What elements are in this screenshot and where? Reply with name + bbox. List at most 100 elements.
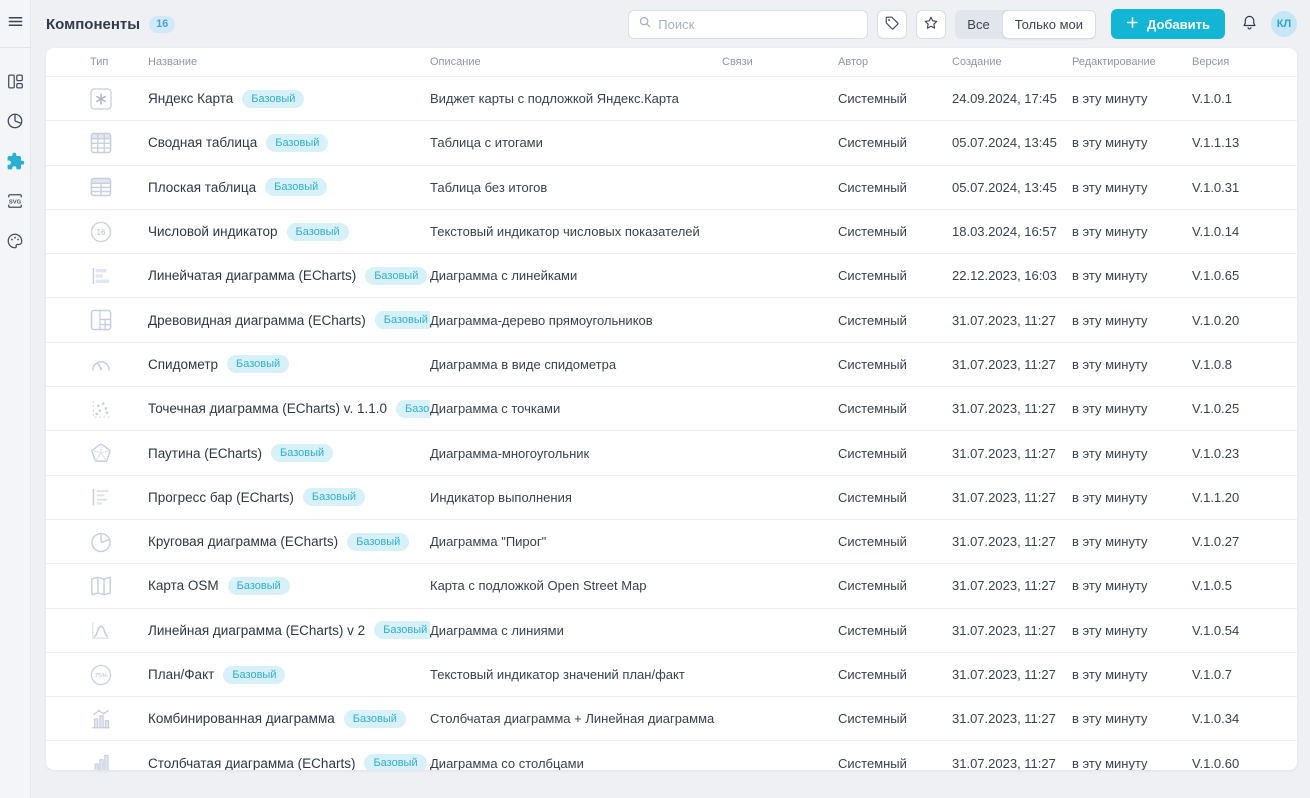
component-created: 31.07.2023, 11:27 [952,578,1072,593]
star-icon [923,15,939,34]
component-description: Таблица без итогов [430,180,722,195]
table-row[interactable]: Карта OSM Базовый Карта с подложкой Open… [46,563,1297,607]
component-author: Системный [838,490,952,505]
component-created: 31.07.2023, 11:27 [952,357,1072,372]
table-row[interactable]: Спидометр Базовый Диаграмма в виде спидо… [46,342,1297,386]
base-badge: Базовый [266,134,328,152]
svg-icon: SVG [6,192,24,210]
components-count-badge: 16 [149,16,175,33]
table-row[interactable]: Сводная таблица Базовый Таблица с итогам… [46,120,1297,164]
component-version: V.1.0.14 [1192,224,1297,239]
column-header-created: Создание [952,56,1072,68]
filter-all-option[interactable]: Все [955,10,1001,39]
sidebar-nav: SVG [0,48,30,261]
sidebar-item-svg-library[interactable]: SVG [0,181,31,221]
hamburger-icon [7,13,24,35]
component-edited: в эту минуту [1072,268,1192,283]
line-chart-icon [88,617,114,643]
main-area: Компоненты 16 Все Тольк [31,0,1310,798]
flat-table-icon [88,174,114,200]
plan-fact-icon: 75% [88,662,114,688]
table-row[interactable]: Столбчатая диаграмма (ECharts) Базовый Д… [46,740,1297,770]
column-header-author: Автор [838,56,952,68]
puzzle-icon [6,152,25,171]
component-created: 05.07.2024, 13:45 [952,135,1072,150]
component-name: Числовой индикатор [148,224,278,239]
table-row[interactable]: Комбинированная диаграмма Базовый Столбч… [46,696,1297,740]
component-description: Диаграмма-дерево прямоугольников [430,313,722,328]
base-badge: Базовый [242,90,304,108]
component-description: Таблица с итогами [430,135,722,150]
yandex-map-icon [88,86,114,112]
base-badge: Базовый [347,533,409,551]
component-created: 31.07.2023, 11:27 [952,534,1072,549]
filter-only-mine-option[interactable]: Только мои [1002,10,1096,39]
combo-chart-icon [88,706,114,732]
component-name: Столбчатая диаграмма (ECharts) [148,756,355,770]
table-row[interactable]: Плоская таблица Базовый Таблица без итог… [46,165,1297,209]
component-name: Прогресс бар (ECharts) [148,490,294,505]
component-edited: в эту минуту [1072,756,1192,770]
table-row[interactable]: Прогресс бар (ECharts) Базовый Индикатор… [46,475,1297,519]
base-badge: Базовый [344,710,406,728]
component-name: Плоская таблица [148,180,256,195]
component-edited: в эту минуту [1072,446,1192,461]
base-badge: Базовый [303,488,365,506]
table-row[interactable]: 16 Числовой индикатор Базовый Текстовый … [46,209,1297,253]
component-author: Системный [838,534,952,549]
favorites-filter-button[interactable] [916,10,946,39]
component-description: Диаграмма с линиями [430,623,722,638]
add-component-label: Добавить [1147,17,1210,32]
notifications-button[interactable] [1236,10,1262,39]
sidebar-item-themes[interactable] [0,221,31,261]
table-row[interactable]: Яндекс Карта Базовый Виджет карты с подл… [46,76,1297,120]
search-box [628,10,868,39]
search-input[interactable] [658,17,858,32]
column-header-description: Описание [430,56,722,68]
component-version: V.1.0.31 [1192,180,1297,195]
table-row[interactable]: Линейчатая диаграмма (ECharts) Базовый Д… [46,253,1297,297]
add-component-button[interactable]: Добавить [1111,9,1225,39]
component-author: Системный [838,357,952,372]
component-version: V.1.0.7 [1192,667,1297,682]
component-name: Древовидная диаграмма (ECharts) [148,313,366,328]
component-description: Виджет карты с подложкой Яндекс.Карта [430,91,722,106]
base-badge: Базовый [375,311,430,329]
component-version: V.1.1.20 [1192,490,1297,505]
component-created: 31.07.2023, 11:27 [952,401,1072,416]
sidebar: SVG [0,0,31,798]
component-version: V.1.0.5 [1192,578,1297,593]
table-row[interactable]: Точечная диаграмма (ECharts) v. 1.1.0 Ба… [46,386,1297,430]
hamburger-menu-button[interactable] [0,0,30,48]
table-row[interactable]: 75% План/Факт Базовый Текстовый индикато… [46,652,1297,696]
component-edited: в эту минуту [1072,490,1192,505]
component-author: Системный [838,623,952,638]
sidebar-item-components[interactable] [0,141,31,181]
component-name: Линейная диаграмма (ECharts) v 2 [148,623,365,638]
avatar[interactable]: КЛ [1271,11,1297,37]
table-row[interactable]: Линейная диаграмма (ECharts) v 2 Базовый… [46,608,1297,652]
component-created: 05.07.2024, 13:45 [952,180,1072,195]
component-description: Диаграмма с точками [430,401,722,416]
component-edited: в эту минуту [1072,135,1192,150]
component-name: Точечная диаграмма (ECharts) v. 1.1.0 [148,401,387,416]
component-created: 24.09.2024, 17:45 [952,91,1072,106]
base-badge: Базовый [365,267,427,285]
table-row[interactable]: Древовидная диаграмма (ECharts) Базовый … [46,297,1297,341]
table-row[interactable]: Паутина (ECharts) Базовый Диаграмма-мног… [46,430,1297,474]
component-version: V.1.0.20 [1192,313,1297,328]
topbar-actions: Все Только мои Добавить КЛ [628,9,1297,39]
pie-nav-icon [6,112,24,130]
component-created: 18.03.2024, 16:57 [952,224,1072,239]
base-badge: Базовый [271,444,333,462]
sidebar-item-dashboards[interactable] [0,61,31,101]
table-row[interactable]: Круговая диаграмма (ECharts) Базовый Диа… [46,519,1297,563]
treemap-icon [88,307,114,333]
component-name: План/Факт [148,667,214,682]
component-version: V.1.0.23 [1192,446,1297,461]
components-table: Тип Название Описание Связи Автор Создан… [46,48,1297,770]
base-badge: Базовый [227,355,289,373]
component-description: Индикатор выполнения [430,490,722,505]
tags-filter-button[interactable] [877,10,907,39]
sidebar-item-reports[interactable] [0,101,31,141]
